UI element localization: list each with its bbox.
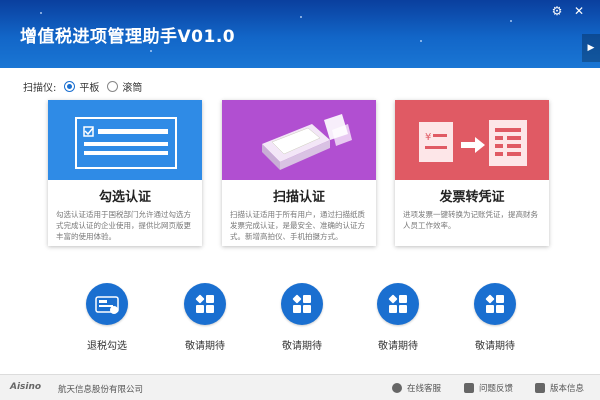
star-decoration <box>420 40 422 42</box>
card-title: 勾选认证 <box>98 190 151 205</box>
scanner-icon <box>262 114 352 170</box>
feedback-link[interactable]: 问题反馈 <box>464 382 513 394</box>
svg-text:¥: ¥ <box>425 132 431 143</box>
card-scan-certification[interactable]: 扫描认证 扫描认证适用于所有用户，通过扫描纸质发票完成认证，是最安全、准确的认证… <box>222 100 376 246</box>
star-decoration <box>300 16 302 18</box>
company-logo: Aisino <box>10 382 42 392</box>
chevron-right-icon[interactable]: ▶ <box>582 34 600 62</box>
feedback-icon <box>464 383 474 393</box>
status-footer: Aisino 航天信息股份有限公司 在线客服 问题反馈 版本信息 <box>0 374 600 400</box>
app-header: 增值税进项管理助手V01.0 ⚙ ✕ ▶ <box>0 0 600 68</box>
company-name: 航天信息股份有限公司 <box>58 385 144 395</box>
card-banner <box>222 100 376 180</box>
scanner-selector: 扫描仪: 平板 滚筒 <box>23 79 142 94</box>
app-title: 增值税进项管理助手V01.0 <box>20 27 236 47</box>
checklist-icon <box>75 117 177 169</box>
card-description: 扫描认证适用于所有用户，通过扫描纸质发票完成认证，是最安全、准确的认证方式。新增… <box>230 210 365 241</box>
invoice-convert-icon: ¥ <box>419 120 527 166</box>
scanner-option-label: 平板 <box>79 83 100 94</box>
radio-unselected-icon[interactable] <box>107 81 119 92</box>
radio-selected-icon[interactable] <box>64 81 76 92</box>
info-icon <box>535 383 545 393</box>
card-select-certification[interactable]: 勾选认证 勾选认证适用于国税部门允许通过勾选方式完成认证的企业使用，提供比网页版… <box>48 100 202 246</box>
gear-icon[interactable]: ⚙ <box>550 4 564 18</box>
card-title: 发票转凭证 <box>439 190 505 205</box>
footer-link-label: 问题反馈 <box>479 384 514 394</box>
apps-grid-icon[interactable] <box>281 283 323 325</box>
button-label: 敬请期待 <box>282 341 322 352</box>
version-info-link[interactable]: 版本信息 <box>535 382 584 394</box>
apps-grid-icon[interactable] <box>184 283 226 325</box>
online-support-link[interactable]: 在线客服 <box>392 382 441 394</box>
card-banner: ¥ <box>395 100 549 180</box>
button-label: 敬请期待 <box>475 341 515 352</box>
scanner-option-flatbed[interactable]: 平板 <box>64 79 99 94</box>
coming-soon-button[interactable]: 敬请期待 <box>175 283 235 352</box>
scanner-label: 扫描仪: <box>23 83 57 94</box>
tax-refund-icon[interactable] <box>86 283 128 325</box>
close-icon[interactable]: ✕ <box>572 4 586 18</box>
card-title: 扫描认证 <box>272 190 325 205</box>
card-description: 进项发票一键转换为记账凭证，提高财务人员工作效率。 <box>403 210 538 230</box>
coming-soon-button[interactable]: 敬请期待 <box>368 283 428 352</box>
coming-soon-button[interactable]: 敬请期待 <box>465 283 525 352</box>
card-banner <box>48 100 202 180</box>
footer-link-label: 版本信息 <box>550 384 585 394</box>
apps-grid-icon[interactable] <box>377 283 419 325</box>
headset-icon <box>392 383 402 393</box>
scanner-option-roller[interactable]: 滚筒 <box>107 79 142 94</box>
coming-soon-button[interactable]: 敬请期待 <box>272 283 332 352</box>
tax-refund-select-button[interactable]: 退税勾选 <box>77 283 137 352</box>
footer-link-label: 在线客服 <box>407 384 442 394</box>
star-decoration <box>510 20 512 22</box>
scanner-option-label: 滚筒 <box>122 83 143 94</box>
button-label: 敬请期待 <box>378 341 418 352</box>
card-invoice-to-voucher[interactable]: ¥ 发票转凭证 进项发票一键转换为记账凭证，提高财务人员工作效率。 <box>395 100 549 246</box>
button-label: 敬请期待 <box>185 341 225 352</box>
star-decoration <box>40 12 42 14</box>
button-label: 退税勾选 <box>87 341 127 352</box>
card-description: 勾选认证适用于国税部门允许通过勾选方式完成认证的企业使用，提供比网页版更丰富的使… <box>56 210 191 241</box>
apps-grid-icon[interactable] <box>474 283 516 325</box>
star-decoration <box>150 50 152 52</box>
